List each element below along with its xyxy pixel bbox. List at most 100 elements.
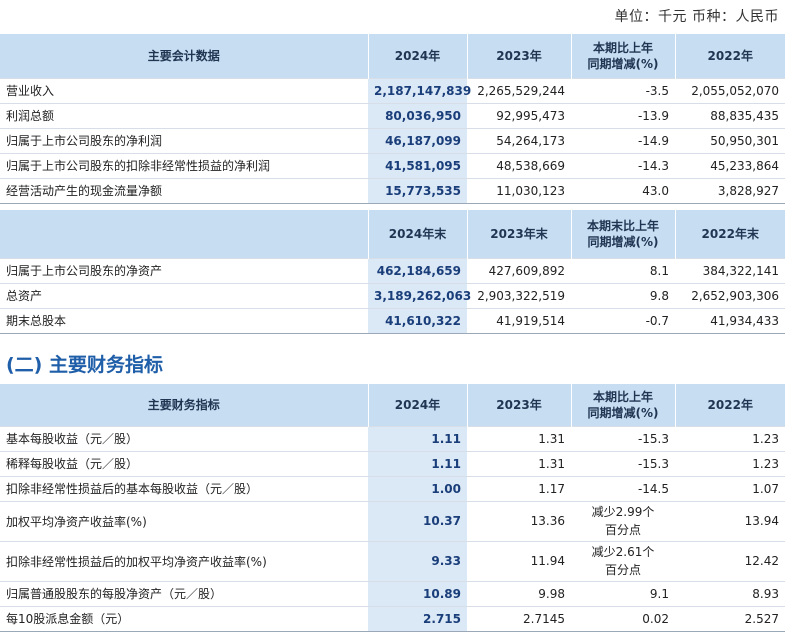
column-header: 主要财务指标	[0, 384, 369, 426]
year-value: 8.93	[675, 580, 785, 606]
row-label: 营业收入	[0, 77, 368, 103]
change-value: 8.1	[571, 257, 675, 283]
row-label: 经营活动产生的现金流量净额	[0, 177, 368, 204]
unit-currency-line: 单位：千元 币种：人民币	[614, 9, 779, 25]
table-row: 总资产 3,189,262,063 2,903,322,519 9.8 2,652,90…	[0, 282, 785, 308]
column-header: 2022年	[675, 34, 785, 78]
current-year-value: 1.11	[368, 450, 467, 476]
year-value: 384,322,141	[675, 257, 785, 283]
year-value: 2,903,322,519	[467, 282, 571, 308]
year-value: 88,835,435	[675, 102, 785, 128]
current-year-value: 3,189,262,063	[368, 282, 471, 308]
change-value: -15.3	[571, 425, 675, 451]
table-row: 归属于上市公司股东的扣除非经常性损益的净利润 41,581,095 48,538,6…	[0, 152, 785, 178]
table-header-row: 2024年末 2023年末 本期末比上年 同期增减(%) 2022年末	[0, 210, 785, 258]
row-label: 加权平均净资产收益率(%)	[0, 500, 368, 541]
change-value: -0.7	[571, 307, 675, 334]
year-value: 1.07	[675, 475, 785, 501]
change-value: 0.02	[571, 605, 675, 632]
year-value: 11.94	[467, 540, 571, 581]
year-value: 13.94	[675, 500, 785, 541]
year-value: 2.527	[675, 605, 785, 632]
accounting-data-table: 主要会计数据 2024年 2023年 本期比上年 同期增减(%) 2022年 营业收入 2…	[0, 34, 785, 204]
current-year-value: 2.715	[368, 605, 467, 632]
year-value: 1.17	[467, 475, 571, 501]
row-label: 扣除非经常性损益后的基本每股收益（元／股）	[0, 475, 368, 501]
current-year-value: 10.89	[368, 580, 467, 606]
change-value: 减少2.61个 百分点	[571, 540, 675, 581]
current-year-value: 41,610,322	[368, 307, 467, 334]
table-row: 期末总股本 41,610,322 41,919,514 -0.7 41,934,433	[0, 307, 785, 334]
current-year-value: 41,581,095	[368, 152, 467, 178]
change-value: 9.8	[571, 282, 675, 308]
table-row: 营业收入 2,187,147,839 2,265,529,244 -3.5 2,055,…	[0, 77, 785, 103]
table-row: 稀释每股收益（元／股） 1.11 1.31 -15.3 1.23	[0, 450, 785, 476]
column-header: 主要会计数据	[0, 34, 369, 78]
financial-indicators-table: 主要财务指标 2024年 2023年 本期比上年 同期增减(%) 2022年 基本每股收…	[0, 384, 785, 632]
row-label: 基本每股收益（元／股）	[0, 425, 368, 451]
change-value: -3.5	[571, 77, 675, 103]
column-header: 本期末比上年 同期增减(%)	[571, 210, 676, 258]
table-row: 利润总额 80,036,950 92,995,473 -13.9 88,835,435	[0, 102, 785, 128]
current-year-value: 2,187,147,839	[368, 77, 471, 103]
year-value: 13.36	[467, 500, 571, 541]
year-value: 50,950,301	[675, 127, 785, 153]
row-label: 归属普通股股东的每股净资产（元／股）	[0, 580, 368, 606]
column-header: 本期比上年 同期增减(%)	[571, 384, 676, 426]
table-row: 基本每股收益（元／股） 1.11 1.31 -15.3 1.23	[0, 425, 785, 451]
current-year-value: 10.37	[368, 500, 467, 541]
table-row: 扣除非经常性损益后的基本每股收益（元／股） 1.00 1.17 -14.5 1.07	[0, 475, 785, 501]
row-label: 归属于上市公司股东的扣除非经常性损益的净利润	[0, 152, 368, 178]
year-value: 92,995,473	[467, 102, 571, 128]
year-value: 48,538,669	[467, 152, 571, 178]
table-row: 每10股派息金额（元） 2.715 2.7145 0.02 2.527	[0, 605, 785, 632]
row-label: 期末总股本	[0, 307, 368, 334]
row-label: 每10股派息金额（元）	[0, 605, 368, 632]
row-label: 归属于上市公司股东的净利润	[0, 127, 368, 153]
year-value: 41,919,514	[467, 307, 571, 334]
column-header: 2024年	[368, 34, 468, 78]
table-row: 归属于上市公司股东的净资产 462,184,659 427,609,892 8.1 38…	[0, 257, 785, 283]
year-value: 45,233,864	[675, 152, 785, 178]
column-header: 本期比上年 同期增减(%)	[571, 34, 676, 78]
year-value: 1.31	[467, 450, 571, 476]
change-value: -15.3	[571, 450, 675, 476]
column-header: 2023年	[467, 384, 572, 426]
year-value: 1.23	[675, 450, 785, 476]
column-header: 2023年末	[467, 210, 572, 258]
column-header	[0, 210, 369, 258]
change-value: -14.5	[571, 475, 675, 501]
year-value: 2.7145	[467, 605, 571, 632]
year-value: 1.31	[467, 425, 571, 451]
assets-data-table: 2024年末 2023年末 本期末比上年 同期增减(%) 2022年末 归属于上市公司…	[0, 210, 785, 334]
year-value: 12.42	[675, 540, 785, 581]
table-row: 加权平均净资产收益率(%) 10.37 13.36 减少2.99个 百分点 13.94	[0, 500, 785, 541]
column-header: 2022年末	[675, 210, 785, 258]
table-header-row: 主要会计数据 2024年 2023年 本期比上年 同期增减(%) 2022年	[0, 34, 785, 78]
column-header: 2024年末	[368, 210, 468, 258]
change-value: -14.9	[571, 127, 675, 153]
current-year-value: 1.00	[368, 475, 467, 501]
row-label: 稀释每股收益（元／股）	[0, 450, 368, 476]
year-value: 427,609,892	[467, 257, 571, 283]
change-value: -13.9	[571, 102, 675, 128]
year-value: 11,030,123	[467, 177, 571, 204]
change-value: 减少2.99个 百分点	[571, 500, 675, 541]
year-value: 2,265,529,244	[467, 77, 571, 103]
year-value: 3,828,927	[675, 177, 785, 204]
row-label: 总资产	[0, 282, 368, 308]
column-header: 2023年	[467, 34, 572, 78]
table-row: 归属于上市公司股东的净利润 46,187,099 54,264,173 -14.9 50…	[0, 127, 785, 153]
row-label: 扣除非经常性损益后的加权平均净资产收益率(%)	[0, 540, 368, 581]
table-header-row: 主要财务指标 2024年 2023年 本期比上年 同期增减(%) 2022年	[0, 384, 785, 426]
column-header: 2024年	[368, 384, 468, 426]
year-value: 2,652,903,306	[675, 282, 785, 308]
table-row: 经营活动产生的现金流量净额 15,773,535 11,030,123 43.0 3,8…	[0, 177, 785, 204]
current-year-value: 46,187,099	[368, 127, 467, 153]
current-year-value: 9.33	[368, 540, 467, 581]
year-value: 1.23	[675, 425, 785, 451]
current-year-value: 1.11	[368, 425, 467, 451]
change-value: -14.3	[571, 152, 675, 178]
change-value: 9.1	[571, 580, 675, 606]
year-value: 9.98	[467, 580, 571, 606]
